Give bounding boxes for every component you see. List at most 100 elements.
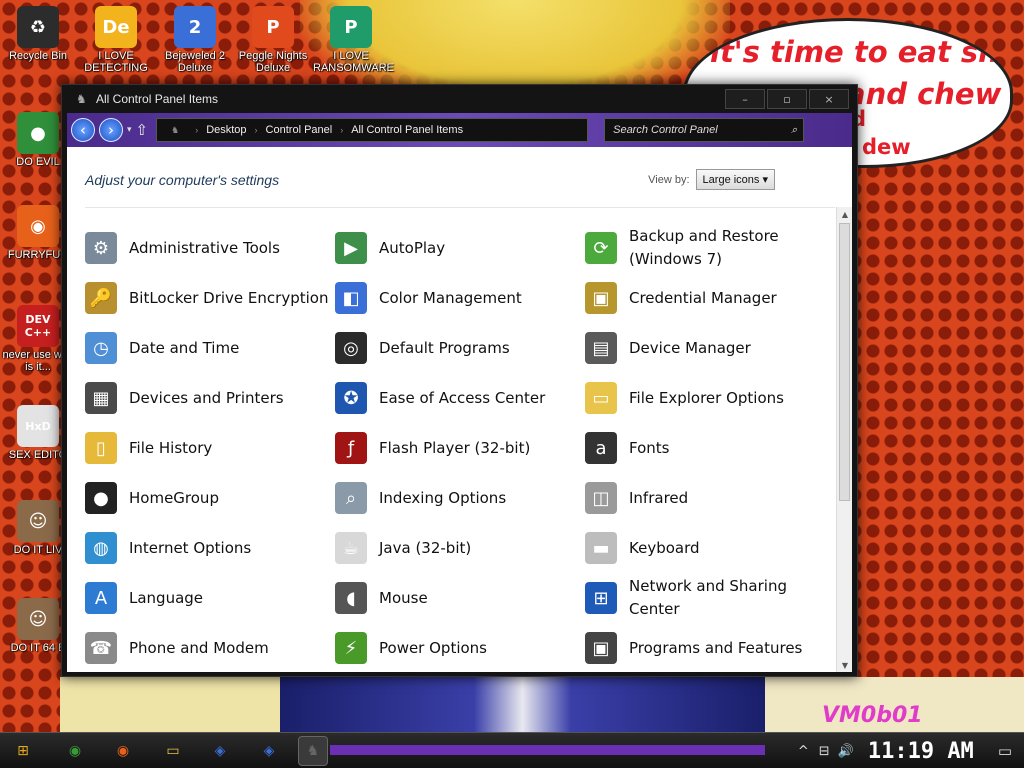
- desktop-app-icon: ☺: [17, 598, 59, 640]
- wallpaper-left-strip: [60, 677, 280, 732]
- breadcrumb-control-panel[interactable]: Control Panel: [266, 124, 333, 136]
- scrollbar-thumb[interactable]: [839, 223, 850, 501]
- breadcrumb-desktop[interactable]: Desktop: [206, 124, 246, 136]
- minimize-button[interactable]: –: [725, 89, 765, 109]
- control-panel-item[interactable]: ⟳ Backup and Restore (Windows 7): [585, 225, 830, 271]
- view-by-label: View by:: [648, 173, 690, 186]
- desktop-app-icon: 2: [174, 6, 216, 48]
- search-input[interactable]: Search Control Panel ⌕: [604, 118, 805, 142]
- control-panel-item[interactable]: ⚡ Power Options: [335, 625, 580, 671]
- taskbar-virtualbox-1-icon[interactable]: ◈: [205, 736, 235, 766]
- control-panel-item[interactable]: ▣ Programs and Features: [585, 625, 830, 671]
- control-panel-item[interactable]: ▦ Devices and Printers: [85, 375, 330, 421]
- taskbar-chrome-icon[interactable]: ◉: [60, 736, 90, 766]
- credential-icon: ▣: [585, 282, 617, 314]
- default-programs-icon: ◎: [335, 332, 367, 364]
- scroll-down-arrow-icon[interactable]: ▼: [837, 658, 853, 672]
- control-panel-item-label: HomeGroup: [129, 488, 219, 507]
- control-panel-item[interactable]: ☎ Phone and Modem: [85, 625, 330, 671]
- system-tray: ^ ⊟ 🔊 11:19 AM ▭: [798, 733, 1024, 768]
- taskbar-start-button-icon[interactable]: ⊞: [8, 736, 38, 766]
- navigation-bar: ‹ › ▾ ⇧ ♞ › Desktop › Control Panel › Al…: [67, 113, 852, 147]
- desktop-app-icon: DEV C++: [17, 305, 59, 347]
- control-panel-item[interactable]: ▬ Keyboard: [585, 525, 830, 571]
- forward-arrow-icon[interactable]: ›: [99, 118, 123, 142]
- control-panel-item-label: Language: [129, 588, 204, 607]
- keyboard-icon: ▬: [585, 532, 617, 564]
- control-panel-item-label: Date and Time: [129, 338, 240, 357]
- search-icon[interactable]: ⌕: [791, 124, 797, 137]
- desktop-app-icon: ♻: [17, 6, 59, 48]
- volume-icon[interactable]: 🔊: [838, 744, 854, 759]
- control-panel-item[interactable]: ▣ Credential Manager: [585, 275, 830, 321]
- desktop-app-icon: De: [95, 6, 137, 48]
- desktop-icon[interactable]: De I LOVE DETECTING: [78, 6, 154, 74]
- device-manager-icon: ▤: [585, 332, 617, 364]
- taskbar-control-panel-icon[interactable]: ♞: [298, 736, 328, 766]
- control-panel-item[interactable]: ▯ File History: [85, 425, 330, 471]
- speech-line-2: and chew: [846, 77, 1002, 111]
- taskbar: ⊞ ◉ ◉ ▭ ◈ ◈ ♞ ^ ⊟ 🔊 11:19 AM ▭: [0, 732, 1024, 768]
- desktop-icon[interactable]: PI LOVE RANSOMWARE: [313, 6, 394, 74]
- control-panel-item[interactable]: ◧ Color Management: [335, 275, 580, 321]
- control-panel-item[interactable]: ▭ File Explorer Options: [585, 375, 830, 421]
- maximize-button[interactable]: ▫: [767, 89, 807, 109]
- control-panel-item[interactable]: A Language: [85, 575, 330, 621]
- taskbar-virtualbox-2-icon[interactable]: ◈: [254, 736, 284, 766]
- desktop-icon[interactable]: P Peggle Nights Deluxe: [235, 6, 311, 74]
- control-panel-item[interactable]: a Fonts: [585, 425, 830, 471]
- control-panel-item-label: File History: [129, 438, 213, 457]
- back-arrow-icon[interactable]: ‹: [71, 118, 95, 142]
- wallpaper-bottom-art: [280, 677, 765, 732]
- control-panel-item[interactable]: ◖ Mouse: [335, 575, 580, 621]
- control-panel-item[interactable]: ⚙ Administrative Tools: [85, 225, 330, 271]
- control-panel-item[interactable]: ● HomeGroup: [85, 475, 330, 521]
- date-time-icon: ◷: [85, 332, 117, 364]
- desktop-icon[interactable]: 2 Bejeweled 2 Deluxe: [157, 6, 233, 74]
- control-panel-item-label: Phone and Modem: [129, 638, 269, 657]
- taskbar-accent-bar: [330, 745, 765, 755]
- taskbar-firefox-icon[interactable]: ◉: [108, 736, 138, 766]
- control-panel-item-label: BitLocker Drive Encryption: [129, 288, 329, 307]
- control-panel-item[interactable]: ☕ Java (32-bit): [335, 525, 580, 571]
- desktop-app-icon: ●: [17, 112, 59, 154]
- desktop-icon-label: Bejeweled 2 Deluxe: [165, 50, 225, 74]
- network-icon[interactable]: ⊟: [819, 744, 830, 759]
- control-panel-item[interactable]: ◫ Infrared: [585, 475, 830, 521]
- control-panel-item[interactable]: ◷ Date and Time: [85, 325, 330, 371]
- desktop-app-icon: ◉: [17, 205, 59, 247]
- desktop-app-icon: ☺: [17, 500, 59, 542]
- breadcrumb-all-items[interactable]: All Control Panel Items: [351, 124, 463, 136]
- control-panel-item[interactable]: ƒ Flash Player (32-bit): [335, 425, 580, 471]
- clock[interactable]: 11:19 AM: [868, 739, 974, 764]
- up-arrow-icon[interactable]: ⇧: [136, 121, 149, 139]
- recent-pages-chevron-icon[interactable]: ▾: [127, 125, 132, 135]
- control-panel-item[interactable]: ⊞ Network and Sharing Center: [585, 575, 830, 621]
- control-panel-item[interactable]: ◎ Default Programs: [335, 325, 580, 371]
- address-bar[interactable]: ♞ › Desktop › Control Panel › All Contro…: [156, 118, 589, 142]
- vertical-scrollbar[interactable]: ▲ ▼: [836, 207, 852, 672]
- taskbar-file-explorer-icon[interactable]: ▭: [158, 736, 188, 766]
- control-panel-item[interactable]: ▤ Device Manager: [585, 325, 830, 371]
- power-icon: ⚡: [335, 632, 367, 664]
- control-panel-item[interactable]: ⌕ Indexing Options: [335, 475, 580, 521]
- control-panel-item[interactable]: 🔑 BitLocker Drive Encryption: [85, 275, 330, 321]
- control-panel-item[interactable]: ▶ AutoPlay: [335, 225, 580, 271]
- programs-icon: ▣: [585, 632, 617, 664]
- page-title: Adjust your computer's settings: [85, 171, 280, 188]
- desktop-icon[interactable]: ♻ Recycle Bin: [0, 6, 76, 62]
- notifications-icon[interactable]: ▭: [998, 742, 1012, 760]
- desktop-icon-label: I LOVE RANSOMWARE: [313, 50, 394, 74]
- view-by-dropdown[interactable]: Large icons ▾: [695, 169, 775, 190]
- close-button[interactable]: ×: [809, 89, 849, 109]
- show-hidden-icons-chevron-icon[interactable]: ^: [798, 744, 809, 759]
- control-panel-item-label: Mouse: [379, 588, 428, 607]
- control-panel-item[interactable]: ◍ Internet Options: [85, 525, 330, 571]
- control-panel-item[interactable]: ✪ Ease of Access Center: [335, 375, 580, 421]
- control-panel-item-label: Administrative Tools: [129, 238, 280, 257]
- indexing-icon: ⌕: [335, 482, 367, 514]
- control-panel-item-label: Credential Manager: [629, 288, 777, 307]
- scroll-up-arrow-icon[interactable]: ▲: [837, 207, 853, 221]
- content-pane: Adjust your computer's settings View by:…: [67, 147, 852, 672]
- flash-icon: ƒ: [335, 432, 367, 464]
